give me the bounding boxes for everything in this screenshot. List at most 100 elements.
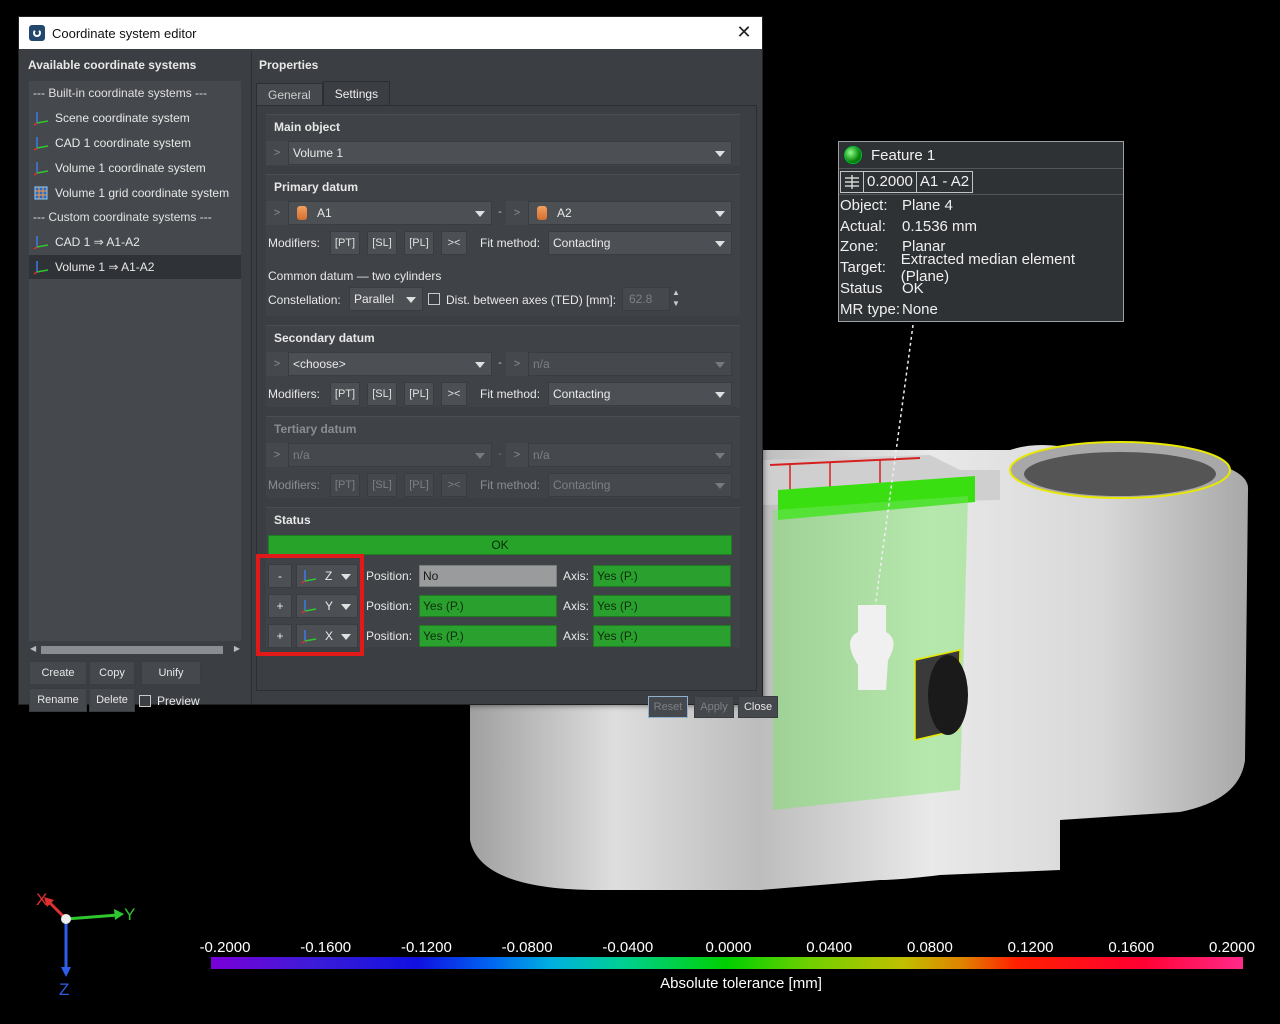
cs-list-header: --- Custom coordinate systems --- — [29, 205, 241, 230]
primary-datum-title: Primary datum — [274, 180, 359, 194]
primary-b-select[interactable]: A2 — [528, 201, 732, 225]
colorbar-tick: 0.0800 — [906, 939, 953, 956]
cs-list-item[interactable]: Volume 1 coordinate system — [29, 155, 241, 180]
secondary-fit-select[interactable]: Contacting — [548, 382, 732, 406]
tertiary-b-chevron: > — [506, 443, 528, 467]
tertiary-datum-title: Tertiary datum — [274, 422, 357, 436]
secondary-mod-sl[interactable]: [SL] — [367, 382, 397, 406]
apply-button[interactable]: Apply — [694, 696, 734, 718]
tertiary-b-select: n/a — [528, 443, 732, 467]
cylinder-icon — [537, 206, 547, 220]
primary-a-value: A1 — [317, 206, 332, 220]
properties-tabs: General Settings — [256, 81, 391, 105]
colorbar-label: Absolute tolerance [mm] — [660, 975, 822, 992]
app-logo-icon — [29, 25, 45, 41]
cs-list-item[interactable]: Volume 1 ⇒ A1-A2 — [29, 254, 241, 280]
primary-fit-select[interactable]: Contacting — [548, 231, 732, 255]
position-label: Position: — [366, 599, 413, 613]
datum-reference: A1 - A2 — [915, 170, 974, 193]
create-button[interactable]: Create — [29, 661, 87, 685]
preview-checkbox-wrap[interactable]: Preview — [139, 694, 200, 708]
tooltip-key: Zone: — [840, 238, 879, 256]
primary-a-select[interactable]: A1 — [288, 201, 492, 225]
tooltip-value: None — [902, 300, 938, 318]
chevron-down-icon — [475, 453, 485, 459]
cs-item-label: CAD 1 coordinate system — [55, 135, 192, 150]
constellation-select[interactable]: Parallel — [349, 287, 423, 311]
secondary-fit-label: Fit method: — [480, 387, 541, 401]
tertiary-a-value: n/a — [293, 448, 310, 462]
ted-input[interactable]: 62.8 — [622, 287, 670, 311]
close-button[interactable]: Close — [738, 696, 778, 718]
main-object-select[interactable]: Volume 1 — [288, 141, 732, 165]
tooltip-row: MR type: None — [839, 299, 1123, 320]
secondary-mod-swap[interactable]: >< — [441, 382, 467, 406]
primary-mod-swap[interactable]: >< — [441, 231, 467, 255]
tooltip-value: Plane 4 — [902, 196, 953, 214]
status-led-icon — [844, 146, 862, 164]
position-field: No — [419, 565, 557, 587]
primary-mod-sl[interactable]: [SL] — [367, 231, 397, 255]
cs-item-label: --- Built-in coordinate systems --- — [33, 86, 208, 101]
primary-a-chevron[interactable]: > — [266, 201, 288, 225]
main-object-chevron[interactable]: > — [266, 141, 288, 165]
axes-icon — [33, 160, 49, 176]
status-title: Status — [274, 513, 311, 527]
dialog-titlebar[interactable]: Coordinate system editor ✕ — [19, 17, 762, 49]
axis-field: Yes (P.) — [593, 625, 731, 647]
cs-item-label: Scene coordinate system — [55, 111, 190, 126]
axes-icon — [33, 234, 49, 250]
cs-list-item[interactable]: Scene coordinate system — [29, 106, 241, 131]
close-icon[interactable]: ✕ — [734, 22, 754, 42]
reset-button[interactable]: Reset — [648, 696, 688, 718]
delete-button[interactable]: Delete — [89, 688, 135, 712]
colorbar-tick: 0.1200 — [1007, 939, 1054, 956]
primary-mod-pl[interactable]: [PL] — [404, 231, 434, 255]
secondary-mod-pl[interactable]: [PL] — [404, 382, 434, 406]
cs-list-item[interactable]: CAD 1 ⇒ A1-A2 — [29, 230, 241, 255]
scroll-right-icon[interactable]: ▶ — [234, 644, 240, 653]
secondary-b-chevron[interactable]: > — [506, 352, 528, 376]
axis-triad[interactable]: X Y Z — [28, 885, 148, 1005]
tab-settings[interactable]: Settings — [322, 81, 391, 105]
rename-button[interactable]: Rename — [29, 688, 87, 712]
primary-mod-pt[interactable]: [PT] — [330, 231, 360, 255]
tolerance-color-bar — [211, 957, 1243, 969]
tooltip-value: Extracted median element (Plane) — [900, 250, 1076, 285]
unify-button[interactable]: Unify — [141, 661, 201, 685]
ted-checkbox[interactable] — [428, 293, 440, 305]
axis-label: Axis: — [563, 599, 590, 613]
cs-list-scrollbar[interactable]: ◀ ▶ — [29, 644, 241, 654]
secondary-b-select[interactable]: n/a — [528, 352, 732, 376]
preview-checkbox[interactable] — [139, 695, 151, 707]
chevron-down-icon — [715, 483, 725, 489]
colorbar-tick: -0.1600 — [300, 939, 352, 956]
axis-field: Yes (P.) — [593, 565, 731, 587]
cs-item-label: CAD 1 ⇒ A1-A2 — [55, 235, 140, 250]
3d-viewport[interactable]: Feature 1 0.2000 A1 - A2 Object: Plane 4 A… — [0, 0, 1280, 1024]
properties-title: Properties — [259, 58, 319, 72]
position-label: Position: — [366, 629, 413, 643]
cs-list[interactable]: --- Built-in coordinate systems --- Scene… — [29, 81, 241, 641]
position-field: Yes (P.) — [419, 595, 557, 617]
secondary-mod-pt[interactable]: [PT] — [330, 382, 360, 406]
settings-tab-body: Main object > Volume 1 Primary datum > A… — [256, 105, 757, 691]
cs-list-item[interactable]: Volume 1 grid coordinate system — [29, 180, 241, 205]
copy-button[interactable]: Copy — [89, 661, 135, 685]
scrollbar-thumb[interactable] — [41, 646, 223, 654]
tab-general[interactable]: General — [256, 83, 323, 105]
constellation-label: Constellation: — [268, 293, 341, 307]
primary-b-chevron[interactable]: > — [506, 201, 528, 225]
scroll-left-icon[interactable]: ◀ — [30, 644, 36, 653]
secondary-a-select[interactable]: <choose> — [288, 352, 492, 376]
tooltip-key: Status — [840, 280, 883, 298]
cs-item-label: Volume 1 coordinate system — [55, 160, 206, 175]
axis-label: Axis: — [563, 569, 590, 583]
secondary-a-chevron[interactable]: > — [266, 352, 288, 376]
available-cs-title: Available coordinate systems — [28, 58, 197, 72]
tooltip-title: Feature 1 — [871, 146, 936, 164]
ted-spinner-icon[interactable]: ▲ ▼ — [672, 287, 686, 311]
tooltip-row: Object: Plane 4 — [839, 195, 1123, 216]
cs-list-item[interactable]: CAD 1 coordinate system — [29, 131, 241, 156]
tertiary-mod-pl: [PL] — [404, 473, 434, 497]
